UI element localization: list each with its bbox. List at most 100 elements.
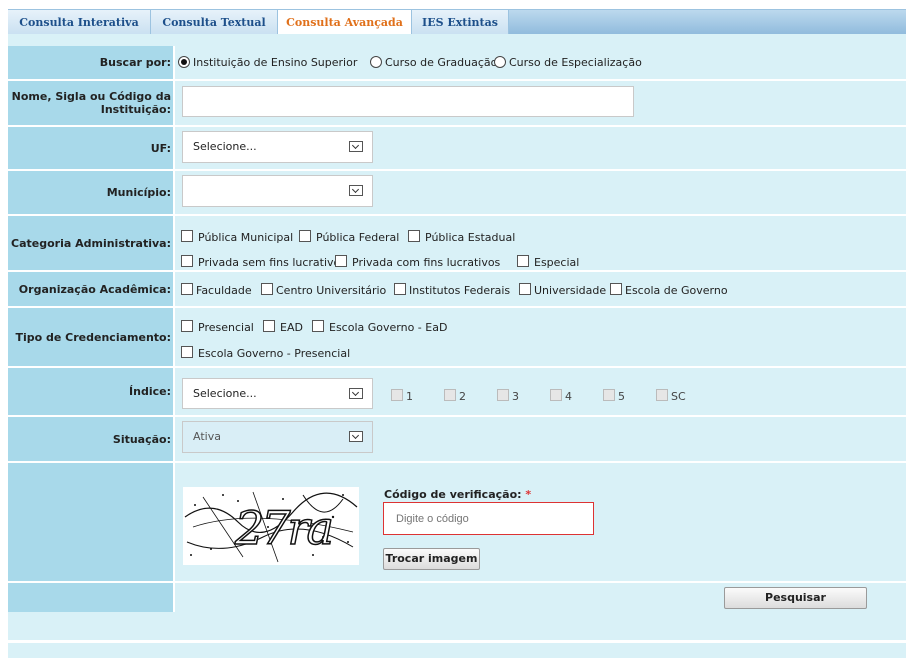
checkbox-label: Institutos Federais <box>409 284 511 297</box>
chevron-down-icon <box>349 388 363 399</box>
situacao-label: Situação: <box>8 417 175 461</box>
chevron-down-icon <box>349 141 363 152</box>
checkbox-label: Universidade <box>534 284 607 297</box>
radio-icon <box>494 56 506 68</box>
pesquisar-row-label <box>8 583 175 612</box>
required-mark: * <box>525 488 532 501</box>
pesquisar-button[interactable]: Pesquisar <box>724 587 867 609</box>
checkbox-icon <box>408 230 420 242</box>
checkbox-icon <box>394 283 406 295</box>
checkbox-label: 5 <box>618 390 625 403</box>
radio-curso-especializacao[interactable]: Curso de Especialização <box>494 56 642 69</box>
tab-consulta-avancada[interactable]: Consulta Avançada <box>278 10 412 37</box>
checkbox-universidade[interactable]: Universidade <box>519 283 606 297</box>
checkbox-presencial[interactable]: Presencial <box>181 320 254 334</box>
situacao-select-value: Ativa <box>193 430 221 443</box>
row-situacao: Situação: Ativa <box>8 417 906 463</box>
checkbox-indice-1[interactable]: 1 <box>391 389 413 403</box>
checkbox-indice-2[interactable]: 2 <box>444 389 466 403</box>
checkbox-icon <box>335 255 347 267</box>
checkbox-faculdade[interactable]: Faculdade <box>181 283 252 297</box>
search-form-panel: Buscar por: Instituição de Ensino Superi… <box>8 34 906 658</box>
tab-ies-extintas[interactable]: IES Extintas <box>412 10 509 35</box>
checkbox-label: Privada sem fins lucrativos <box>198 256 347 269</box>
captcha-row-label <box>8 463 175 581</box>
checkbox-institutos-federais[interactable]: Institutos Federais <box>394 283 510 297</box>
row-captcha: 27ra Código de verificação: * Trocar ima… <box>8 463 906 583</box>
footer-divider <box>8 640 906 643</box>
municipio-select[interactable] <box>182 175 373 207</box>
radio-especializacao-label: Curso de Especialização <box>509 56 642 69</box>
checkbox-disabled-icon <box>656 389 668 401</box>
checkbox-label: EAD <box>280 321 303 334</box>
checkbox-icon <box>181 346 193 358</box>
categoria-label: Categoria Administrativa: <box>8 216 175 270</box>
checkbox-icon <box>312 320 324 332</box>
nome-input[interactable] <box>182 86 634 117</box>
checkbox-label: 3 <box>512 390 519 403</box>
checkbox-especial[interactable]: Especial <box>517 255 579 269</box>
captcha-label-text: Código de verificação: <box>384 488 522 501</box>
captcha-image-text: 27ra <box>234 500 334 556</box>
radio-selected-icon <box>178 56 190 68</box>
checkbox-indice-4[interactable]: 4 <box>550 389 572 403</box>
captcha-input[interactable] <box>383 502 594 535</box>
uf-select-value: Selecione... <box>193 140 257 153</box>
checkbox-label: Escola Governo - EaD <box>329 321 448 334</box>
row-nome: Nome, Sigla ou Código da Instituição: <box>8 81 906 127</box>
checkbox-icon <box>181 283 193 295</box>
tab-consulta-interativa[interactable]: Consulta Interativa <box>8 10 151 35</box>
row-municipio: Município: <box>8 171 906 216</box>
radio-ies-label: Instituição de Ensino Superior <box>193 56 358 69</box>
checkbox-ead[interactable]: EAD <box>263 320 303 334</box>
checkbox-icon <box>610 283 622 295</box>
checkbox-label: Centro Universitário <box>276 284 387 297</box>
situacao-select[interactable]: Ativa <box>182 421 373 453</box>
checkbox-disabled-icon <box>550 389 562 401</box>
radio-ies[interactable]: Instituição de Ensino Superior <box>178 56 357 69</box>
checkbox-label: Especial <box>534 256 580 269</box>
checkbox-centro-universitario[interactable]: Centro Universitário <box>261 283 386 297</box>
captcha-image: 27ra <box>183 487 359 565</box>
checkbox-indice-sc[interactable]: SC <box>656 389 686 403</box>
checkbox-indice-3[interactable]: 3 <box>497 389 519 403</box>
checkbox-indice-5[interactable]: 5 <box>603 389 625 403</box>
checkbox-publica-municipal[interactable]: Pública Municipal <box>181 230 293 244</box>
indice-label: Índice: <box>8 368 175 415</box>
checkbox-label: Escola de Governo <box>625 284 728 297</box>
checkbox-icon <box>519 283 531 295</box>
checkbox-disabled-icon <box>603 389 615 401</box>
uf-select[interactable]: Selecione... <box>182 131 373 163</box>
checkbox-label: Privada com fins lucrativos <box>352 256 501 269</box>
checkbox-label: Escola Governo - Presencial <box>198 347 351 360</box>
buscar-por-label: Buscar por: <box>8 46 175 79</box>
indice-select[interactable]: Selecione... <box>182 378 373 409</box>
checkbox-icon <box>299 230 311 242</box>
nome-label: Nome, Sigla ou Código da Instituição: <box>8 81 175 125</box>
organizacao-label: Organização Acadêmica: <box>8 272 175 306</box>
credenciamento-label: Tipo de Credenciamento: <box>8 308 175 366</box>
checkbox-privada-com-fins[interactable]: Privada com fins lucrativos <box>335 255 500 269</box>
checkbox-label: Pública Estadual <box>425 231 516 244</box>
row-categoria: Categoria Administrativa: Pública Munici… <box>8 216 906 272</box>
radio-curso-graduacao[interactable]: Curso de Graduação <box>370 56 497 69</box>
radio-graduacao-label: Curso de Graduação <box>385 56 498 69</box>
checkbox-label: Pública Federal <box>316 231 400 244</box>
row-indice: Índice: Selecione... 1 2 3 4 5 SC <box>8 368 906 417</box>
checkbox-icon <box>181 320 193 332</box>
checkbox-escola-de-governo[interactable]: Escola de Governo <box>610 283 728 297</box>
checkbox-label: Pública Municipal <box>198 231 294 244</box>
checkbox-label: Presencial <box>198 321 254 334</box>
checkbox-disabled-icon <box>444 389 456 401</box>
checkbox-privada-sem-fins[interactable]: Privada sem fins lucrativos <box>181 255 346 269</box>
trocar-imagem-button[interactable]: Trocar imagem <box>383 548 480 570</box>
checkbox-escola-governo-presencial[interactable]: Escola Governo - Presencial <box>181 346 350 360</box>
checkbox-icon <box>517 255 529 267</box>
checkbox-publica-estadual[interactable]: Pública Estadual <box>408 230 515 244</box>
captcha-label: Código de verificação: * <box>384 488 531 501</box>
checkbox-escola-governo-ead[interactable]: Escola Governo - EaD <box>312 320 447 334</box>
checkbox-publica-federal[interactable]: Pública Federal <box>299 230 399 244</box>
tab-consulta-textual[interactable]: Consulta Textual <box>151 10 278 35</box>
checkbox-disabled-icon <box>497 389 509 401</box>
checkbox-label: 4 <box>565 390 572 403</box>
